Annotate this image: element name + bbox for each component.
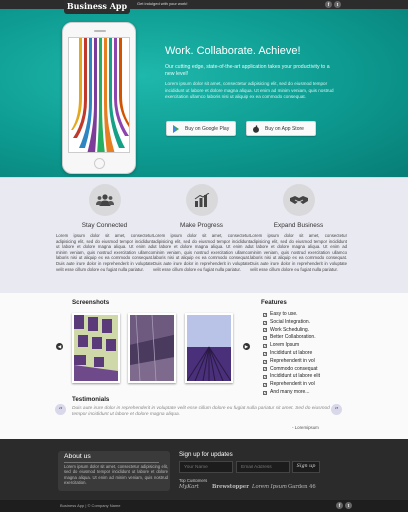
list-item: ✓ And many more... [263,388,310,395]
screenshot-image [130,315,174,381]
facebook-icon[interactable]: f [336,502,343,509]
screenshot-thumb[interactable] [185,313,233,383]
logo[interactable]: Business App [64,0,130,14]
social-links-bottom: f t [336,502,352,509]
screenshot-thumb[interactable] [128,313,176,383]
users-icon [88,184,121,216]
testimonial-author: - Loremipsum [292,425,319,430]
hero-lead: Our cutting edge, state-of-the-art appli… [165,64,330,77]
feature-text: Lorem ipsum dolor sit amet, consectetur … [56,233,153,272]
handshake-icon [282,184,315,216]
checkbox-icon: ✓ [263,320,267,325]
about-heading: About us [64,453,91,460]
feature-title: Stay Connected [81,222,128,229]
name-input[interactable] [179,461,233,473]
facebook-icon[interactable]: f [325,1,332,8]
customer-logo: Lorem Ipsum [252,484,287,490]
features-list: ✓ Easy to use. ✓ Social Integration. ✓ Work… [263,311,320,397]
phone-mockup [62,22,136,174]
twitter-icon[interactable]: t [334,1,341,8]
open-quote-icon: “ [55,404,66,415]
list-item: ✓ Reprehenderit in vol [263,381,315,388]
list-item: ✓ Work Scheduling. [263,326,310,333]
screenshot-image [187,315,231,381]
twitter-icon[interactable]: t [345,502,352,509]
features-row: Stay Connected Lorem ipsum dolor sit ame… [0,177,408,293]
customer-logo: Brewstopper [212,484,249,490]
list-item: ✓ Lorem Ipsum [263,342,300,349]
top-customers-label: Top Customers [179,478,208,483]
divider [64,462,159,463]
signup-heading: Sign up for updates [179,451,233,458]
checkbox-icon: ✓ [263,312,267,317]
checkbox-icon: ✓ [263,383,267,388]
feature-column: Stay Connected Lorem ipsum dolor sit ame… [56,184,153,272]
hero-section: Work. Collaborate. Achieve! Our cutting … [0,9,408,177]
feature-title: Make Progress [180,222,223,229]
carousel-prev-button[interactable]: ◀ [56,343,63,350]
social-links-top: f t [325,1,341,8]
ribbons-artwork [69,38,129,152]
about-box: About us Lorem ipsum dolor sit amet, con… [58,451,170,491]
list-item: ✓ Social Integration. [263,318,311,325]
checkbox-icon: ✓ [263,328,267,333]
customer-logo: MyKart [179,484,199,490]
phone-speaker [94,30,106,32]
phone-screen [68,37,130,153]
feature-column: Make Progress Lorem ipsum dolor sit amet… [153,184,250,272]
app-store-button[interactable]: Buy on App Store [246,121,316,136]
list-item: ✓ Reprehenderit in vol [263,357,315,364]
signup-button[interactable]: Sign up [292,461,320,473]
google-play-label: Buy on Google Play [185,125,230,132]
chart-icon [185,184,218,216]
hero-body: Lorem ipsum dolor sit amet, consectetur … [165,81,334,99]
screenshot-thumb[interactable] [72,313,120,383]
copyright: Business App | © Company Name [60,503,121,508]
list-item: ✓ Better Collaboration. [263,334,316,341]
features-heading: Features [261,299,287,306]
apple-icon [251,124,261,134]
customer-logo: Garden 46 [288,484,316,490]
screenshots-heading: Screenshots [72,299,110,306]
list-item: ✓ Incididunt ut labore elit [263,373,321,380]
list-item: ✓ Incididunt ut labore [263,349,313,356]
checkbox-icon: ✓ [263,375,267,380]
phone-home-button [94,158,105,169]
feature-title: Expand Business [273,222,324,229]
checkbox-icon: ✓ [263,351,267,356]
checkbox-icon: ✓ [263,390,267,395]
feature-text: Lorem ipsum dolor sit amet, consectetur … [153,233,250,272]
google-play-button[interactable]: Buy on Google Play [166,121,236,136]
feature-text: Lorem ipsum dolor sit amet, consectetur … [250,233,347,272]
testimonials-heading: Testimonials [72,396,110,403]
play-store-icon [171,124,181,134]
tagline: Get indulged with your work! [137,1,188,6]
checkbox-icon: ✓ [263,336,267,341]
checkbox-icon: ✓ [263,367,267,372]
close-quote-icon: ” [331,404,342,415]
checkbox-icon: ✓ [263,359,267,364]
screenshot-image [74,315,118,381]
about-text: Lorem ipsum dolor sit amet, consectetur … [64,464,168,486]
carousel-next-button[interactable]: ▶ [243,343,250,350]
hero-title: Work. Collaborate. Achieve! [165,45,301,57]
checkbox-icon: ✓ [263,344,267,349]
list-item: ✓ Commodo consequat [263,365,318,372]
list-item: ✓ Easy to use. [263,311,298,317]
app-store-label: Buy on App Store [265,125,304,132]
testimonial-quote: Duis aute irure dolor in reprehenderit i… [72,406,330,418]
email-input[interactable] [236,461,290,473]
feature-column: Expand Business Lorem ipsum dolor sit am… [250,184,347,272]
top-bar [0,0,408,9]
